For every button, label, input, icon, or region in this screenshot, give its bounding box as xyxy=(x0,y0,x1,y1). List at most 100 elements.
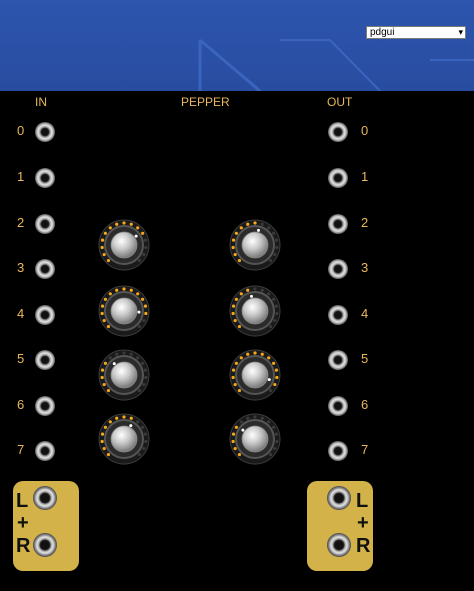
in-label-5: 5 xyxy=(17,351,25,366)
knob-led-dot xyxy=(231,439,235,444)
out-label-0: 0 xyxy=(361,123,369,138)
stereo-input-left-jack[interactable] xyxy=(33,486,57,510)
output-jack-2[interactable] xyxy=(328,214,348,234)
stereo-output-right-jack[interactable] xyxy=(327,533,351,557)
knob-led-dot xyxy=(239,356,243,360)
knob-led-dot xyxy=(102,318,106,323)
output-jack-5[interactable] xyxy=(328,350,348,370)
knob-led-dot xyxy=(102,252,106,257)
knob-led-dot xyxy=(108,356,112,360)
knob-led-dot xyxy=(129,416,133,420)
knob-indicator xyxy=(257,228,260,232)
out-label-1: 1 xyxy=(361,169,369,184)
knob-7[interactable] xyxy=(98,413,150,465)
in-label-6: 6 xyxy=(17,397,25,412)
input-jack-2[interactable] xyxy=(35,214,55,234)
output-jack-4[interactable] xyxy=(328,305,348,325)
output-jack-6[interactable] xyxy=(328,396,348,416)
knob-led-dot xyxy=(268,258,273,263)
pepper-module-panel: IN PEPPER OUT 0 1 2 3 4 5 6 7 0 1 2 3 4 … xyxy=(0,91,474,591)
knob-2[interactable] xyxy=(229,219,281,271)
output-jack-0[interactable] xyxy=(328,122,348,142)
knob-led-dot xyxy=(144,439,148,444)
knob-led-dot xyxy=(142,252,146,257)
input-jack-0[interactable] xyxy=(35,122,55,142)
right-io-l-label: L xyxy=(356,490,369,512)
knob-led-dot xyxy=(122,351,126,355)
knob-led-dot xyxy=(246,416,250,420)
knob-led-dot xyxy=(237,324,242,329)
input-jack-4[interactable] xyxy=(35,305,55,325)
knob-led-dot xyxy=(100,439,104,444)
knob-led-dot xyxy=(260,222,264,226)
knob-led-dot xyxy=(275,439,279,444)
knob-led-dot xyxy=(253,287,257,291)
knob-led-dot xyxy=(231,238,236,242)
knob-led-dot xyxy=(106,388,111,393)
knob-led-dot xyxy=(274,304,279,308)
knob-led-dot xyxy=(272,425,276,429)
chevron-down-icon: ▾ xyxy=(458,27,463,37)
knob-3[interactable] xyxy=(98,285,150,337)
knob-5[interactable] xyxy=(98,349,150,401)
in-label-3: 3 xyxy=(17,260,25,275)
knob-led-dot xyxy=(274,238,279,242)
knob-led-dot xyxy=(142,318,146,323)
knob-led-dot xyxy=(122,415,126,419)
in-column-header: IN xyxy=(35,95,47,109)
input-jack-7[interactable] xyxy=(35,441,55,461)
knob-led-dot xyxy=(246,222,250,226)
knob-led-dot xyxy=(267,226,271,230)
knob-led-dot xyxy=(102,382,106,387)
knob-led-dot xyxy=(143,368,148,372)
knob-led-dot xyxy=(115,222,119,226)
knob-led-dot xyxy=(100,311,104,316)
input-jack-5[interactable] xyxy=(35,350,55,370)
module-title: PEPPER xyxy=(181,95,230,109)
knob-led-dot xyxy=(102,446,106,451)
knob-indicator xyxy=(250,294,253,298)
knob-led-dot xyxy=(115,352,119,356)
stereo-output-box: L + R xyxy=(307,481,373,571)
knob-led-dot xyxy=(267,420,271,424)
knob-led-dot xyxy=(234,231,238,235)
knob-led-dot xyxy=(122,287,126,291)
knob-led-dot xyxy=(108,226,112,230)
knob-led-dot xyxy=(234,297,238,301)
knob-led-dot xyxy=(275,375,279,380)
knob-led-dot xyxy=(260,288,264,292)
input-jack-6[interactable] xyxy=(35,396,55,416)
gui-select-dropdown[interactable]: pdgui ▾ xyxy=(366,26,466,39)
header-decoration xyxy=(198,38,474,91)
knob-led-dot xyxy=(144,245,148,250)
stereo-output-left-jack[interactable] xyxy=(327,486,351,510)
knob-4[interactable] xyxy=(229,285,281,337)
knob-led-dot xyxy=(273,252,277,257)
knob-led-dot xyxy=(142,382,146,387)
knob-led-dot xyxy=(231,311,235,316)
input-jack-1[interactable] xyxy=(35,168,55,188)
knob-led-dot xyxy=(233,382,237,387)
knob-led-dot xyxy=(239,292,243,296)
knob-led-dot xyxy=(274,432,279,436)
knob-1[interactable] xyxy=(98,219,150,271)
input-jack-3[interactable] xyxy=(35,259,55,279)
knob-led-dot xyxy=(272,361,276,365)
knob-indicator xyxy=(137,310,141,314)
knob-led-dot xyxy=(143,432,148,436)
knob-led-dot xyxy=(129,288,133,292)
output-jack-3[interactable] xyxy=(328,259,348,279)
knob-led-dot xyxy=(106,258,111,263)
knob-led-dot xyxy=(144,311,148,316)
stereo-input-right-jack[interactable] xyxy=(33,533,57,557)
knob-led-dot xyxy=(260,352,264,356)
knob-led-dot xyxy=(231,245,235,250)
output-jack-7[interactable] xyxy=(328,441,348,461)
knob-led-dot xyxy=(233,318,237,323)
right-io-plus-label: + xyxy=(357,512,369,534)
output-jack-1[interactable] xyxy=(328,168,348,188)
knob-8[interactable] xyxy=(229,413,281,465)
knob-led-dot xyxy=(137,452,142,457)
knob-6[interactable] xyxy=(229,349,281,401)
knob-led-dot xyxy=(106,324,111,329)
